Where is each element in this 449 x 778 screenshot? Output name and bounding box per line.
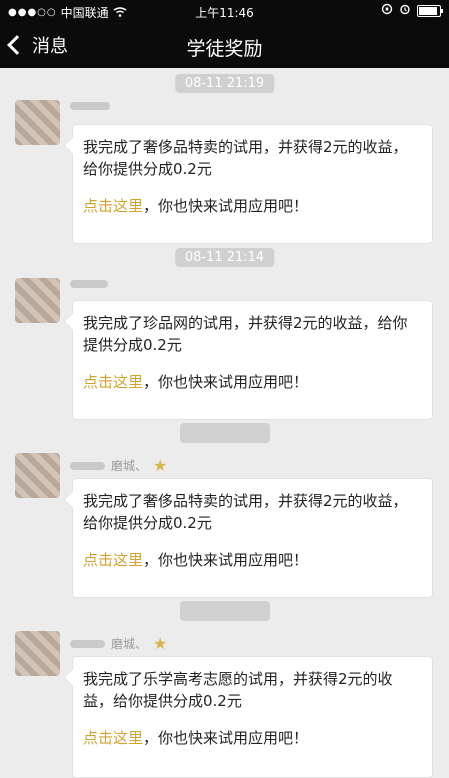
message-bubble: 我完成了奢侈品特卖的试用，并获得2元的收益，给你提供分成0.2元 点击这里，你也… [72, 124, 433, 244]
sender-name [70, 102, 110, 110]
sender-name: 磨城、 ★ [70, 634, 167, 653]
timestamp-badge: 08-11 21:19 [174, 74, 275, 93]
avatar [15, 453, 60, 498]
message-text: 我完成了乐学高考志愿的试用，并获得2元的收益，给你提供分成0.2元 [83, 670, 393, 710]
sender-name-text: 磨城、 [111, 459, 148, 473]
star-icon: ★ [153, 456, 168, 475]
message-cta: 点击这里，你也快来试用应用吧！ [83, 727, 420, 749]
timestamp-badge: 08-11 21:14 [174, 248, 275, 267]
page-title: 学徒奖励 [186, 38, 263, 60]
timestamp-badge [179, 601, 270, 621]
sender-name-text: 磨城、 [111, 637, 148, 651]
click-here-link[interactable]: 点击这里 [83, 551, 143, 569]
sender-name [70, 280, 108, 288]
orientation-lock-icon [381, 3, 393, 18]
sender-name: 磨城、 ★ [70, 456, 167, 475]
status-right [381, 3, 443, 18]
message-cta-text: ，你也快来试用应用吧！ [143, 373, 309, 391]
blurred-name [70, 461, 105, 470]
click-here-link[interactable]: 点击这里 [83, 729, 143, 747]
message-bubble: 我完成了珍品网的试用，并获得2元的收益，给你提供分成0.2元 点击这里，你也快来… [72, 300, 433, 420]
message-cta-text: ，你也快来试用应用吧！ [143, 729, 309, 747]
avatar [15, 100, 60, 145]
message-text: 我完成了奢侈品特卖的试用，并获得2元的收益，给你提供分成0.2元 [83, 138, 408, 178]
blurred-name [70, 639, 105, 648]
message-cta: 点击这里，你也快来试用应用吧！ [83, 195, 420, 217]
message-list[interactable]: 08-11 21:19 我完成了奢侈品特卖的试用，并获得2元的收益，给你提供分成… [0, 68, 449, 778]
blurred-name [70, 102, 110, 110]
alarm-icon [399, 3, 411, 18]
blurred-name [70, 280, 108, 288]
battery-icon [417, 4, 443, 17]
star-icon: ★ [153, 634, 168, 653]
navigation-bar: 消息 学徒奖励 [0, 22, 449, 68]
message-cta-text: ，你也快来试用应用吧！ [143, 197, 309, 215]
message-bubble: 我完成了奢侈品特卖的试用，并获得2元的收益，给你提供分成0.2元 点击这里，你也… [72, 478, 433, 598]
timestamp-badge [179, 423, 270, 443]
click-here-link[interactable]: 点击这里 [83, 373, 143, 391]
message-cta: 点击这里，你也快来试用应用吧！ [83, 371, 420, 393]
message-bubble: 我完成了乐学高考志愿的试用，并获得2元的收益，给你提供分成0.2元 点击这里，你… [72, 656, 433, 778]
message-cta-text: ，你也快来试用应用吧！ [143, 551, 309, 569]
status-bar: ●●●○○ 中国联通 上午11:46 [0, 0, 449, 22]
avatar [15, 278, 60, 323]
message-text: 我完成了奢侈品特卖的试用，并获得2元的收益，给你提供分成0.2元 [83, 492, 408, 532]
avatar [15, 631, 60, 676]
click-here-link[interactable]: 点击这里 [83, 197, 143, 215]
message-cta: 点击这里，你也快来试用应用吧！ [83, 549, 420, 571]
message-text: 我完成了珍品网的试用，并获得2元的收益，给你提供分成0.2元 [83, 314, 408, 354]
